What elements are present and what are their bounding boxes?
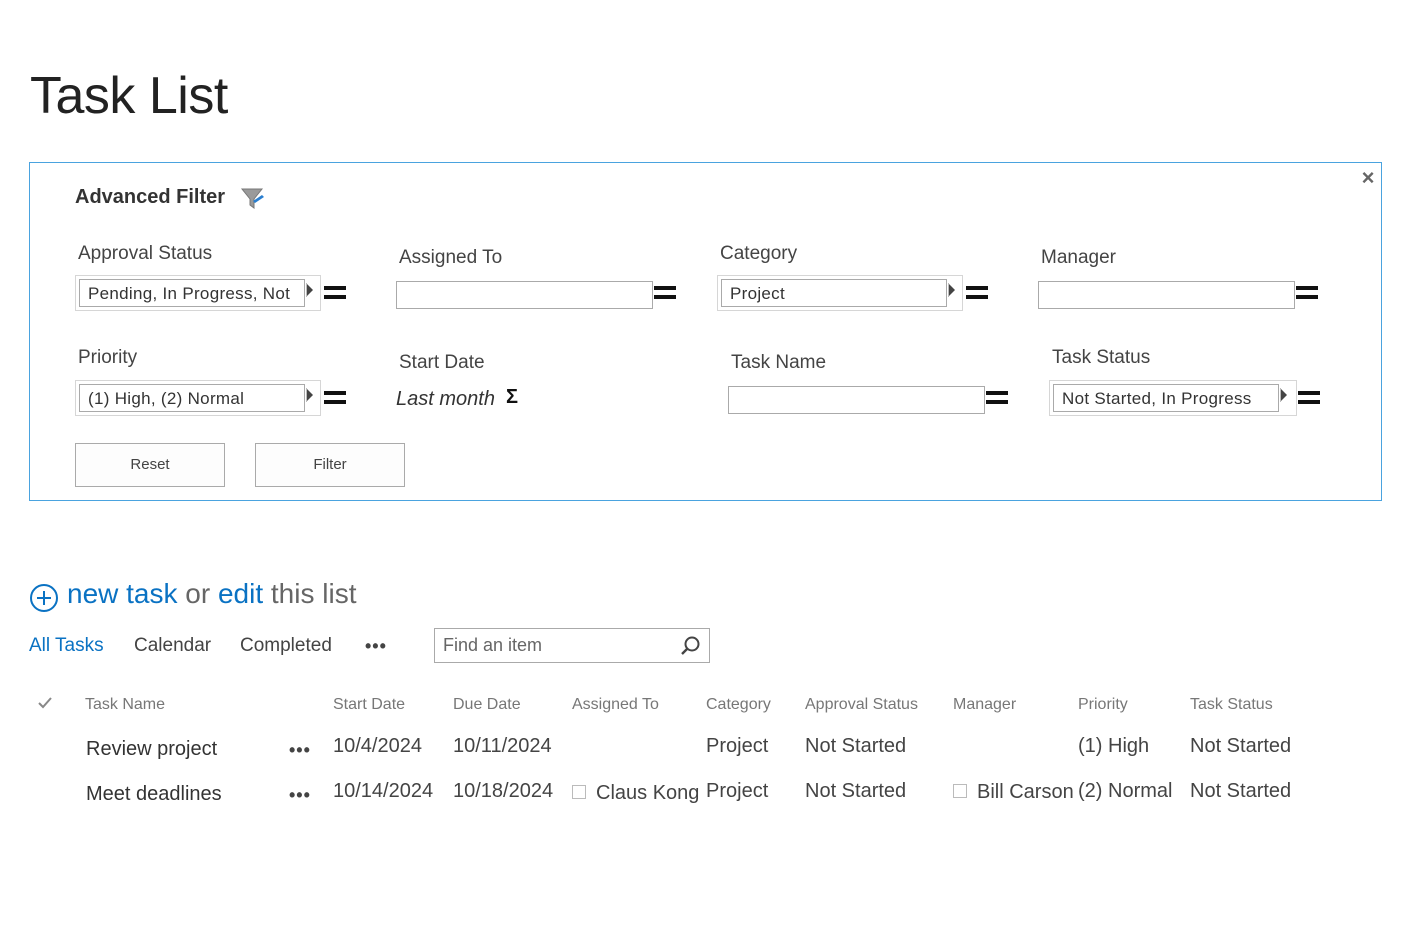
start-date-cell: 10/14/2024 (333, 780, 434, 802)
col-manager[interactable]: Manager (953, 696, 1016, 714)
col-start-date[interactable]: Start Date (333, 696, 405, 714)
manager-cell[interactable]: Bill Carson (953, 781, 1074, 804)
presence-icon (953, 783, 967, 798)
page-title: Task List (30, 67, 228, 125)
approval-status-cell: Not Started (805, 780, 907, 802)
priority-cell: (2) Normal (1078, 780, 1173, 802)
task-status-value: Not Started, In Progress (1053, 384, 1279, 412)
advanced-filter-heading: Advanced Filter (75, 186, 226, 208)
task-status-cell: Not Started (1190, 735, 1292, 757)
manager-equals-icon[interactable] (1296, 286, 1318, 300)
start-date-value[interactable]: Last month (396, 388, 495, 411)
new-task-link[interactable]: new task (67, 578, 178, 609)
row-menu-icon[interactable]: ••• (289, 785, 311, 806)
priority-expand-icon[interactable] (306, 388, 313, 402)
more-views-icon[interactable]: ••• (365, 636, 387, 657)
task-name-cell[interactable]: Review project (86, 738, 217, 761)
search-input[interactable] (435, 629, 675, 662)
assigned-to-equals-icon[interactable] (654, 286, 676, 300)
edit-list-link[interactable]: edit (218, 578, 263, 609)
approval-status-value: Pending, In Progress, Not (79, 279, 305, 307)
approval-status-label: Approval Status (78, 243, 213, 264)
plus-circle-icon[interactable] (29, 583, 59, 613)
priority-label: Priority (78, 347, 138, 368)
task-status-label: Task Status (1052, 347, 1151, 368)
col-approval-status[interactable]: Approval Status (805, 696, 918, 714)
task-status-equals-icon[interactable] (1298, 391, 1320, 405)
task-name-label: Task Name (731, 352, 827, 373)
task-name-equals-icon[interactable] (986, 391, 1008, 405)
category-label: Category (720, 243, 798, 264)
view-tab-calendar[interactable]: Calendar (134, 635, 211, 657)
manager-label: Manager (1041, 247, 1116, 268)
task-name-cell[interactable]: Meet deadlines (86, 783, 222, 806)
priority-picker[interactable]: (1) High, (2) Normal (75, 380, 321, 416)
assigned-to-cell[interactable]: Claus Kong (572, 782, 699, 805)
view-tab-all-tasks[interactable]: All Tasks (29, 635, 104, 657)
category-cell: Project (706, 780, 769, 802)
presence-icon (572, 784, 586, 799)
start-date-cell: 10/4/2024 (333, 735, 422, 757)
category-equals-icon[interactable] (966, 286, 988, 300)
task-status-cell: Not Started (1190, 780, 1292, 802)
approval-status-expand-icon[interactable] (306, 283, 313, 297)
assigned-to-name[interactable]: Claus Kong (596, 782, 699, 804)
category-picker[interactable]: Project (717, 275, 963, 311)
search-icon[interactable] (679, 635, 701, 657)
assigned-to-label: Assigned To (399, 247, 503, 268)
filter-funnel-icon (240, 188, 264, 209)
approval-status-equals-icon[interactable] (324, 286, 346, 300)
category-value: Project (721, 279, 947, 307)
col-task-status[interactable]: Task Status (1190, 696, 1273, 714)
due-date-cell: 10/18/2024 (453, 780, 554, 802)
search-box (434, 628, 710, 663)
category-cell: Project (706, 735, 769, 757)
assigned-to-input[interactable] (396, 281, 653, 309)
col-assigned-to[interactable]: Assigned To (572, 696, 659, 714)
advanced-filter-panel (29, 162, 1382, 501)
manager-name[interactable]: Bill Carson (977, 781, 1074, 803)
this-list-text: this list (270, 578, 357, 609)
priority-equals-icon[interactable] (324, 391, 346, 405)
due-date-cell: 10/11/2024 (453, 735, 552, 757)
view-tab-completed[interactable]: Completed (240, 635, 332, 657)
close-icon[interactable]: × (1358, 167, 1378, 189)
col-priority[interactable]: Priority (1078, 696, 1128, 714)
sigma-icon[interactable]: Σ (506, 386, 518, 409)
task-status-expand-icon[interactable] (1280, 388, 1287, 402)
task-status-picker[interactable]: Not Started, In Progress (1049, 380, 1297, 416)
select-all-checkmark-icon[interactable] (37, 696, 53, 710)
approval-status-picker[interactable]: Pending, In Progress, Not (75, 275, 321, 311)
start-date-label: Start Date (399, 352, 485, 373)
category-expand-icon[interactable] (948, 283, 955, 297)
col-due-date[interactable]: Due Date (453, 696, 521, 714)
priority-cell: (1) High (1078, 735, 1150, 757)
approval-status-cell: Not Started (805, 735, 907, 757)
task-name-input[interactable] (728, 386, 985, 414)
filter-button[interactable]: Filter (255, 443, 405, 487)
col-category[interactable]: Category (706, 696, 771, 714)
col-task-name[interactable]: Task Name (85, 696, 165, 714)
priority-value: (1) High, (2) Normal (79, 384, 305, 412)
manager-input[interactable] (1038, 281, 1295, 309)
reset-button[interactable]: Reset (75, 443, 225, 487)
or-text: or (185, 578, 211, 609)
row-menu-icon[interactable]: ••• (289, 740, 311, 761)
new-task-line: new task or edit this list (67, 578, 356, 610)
